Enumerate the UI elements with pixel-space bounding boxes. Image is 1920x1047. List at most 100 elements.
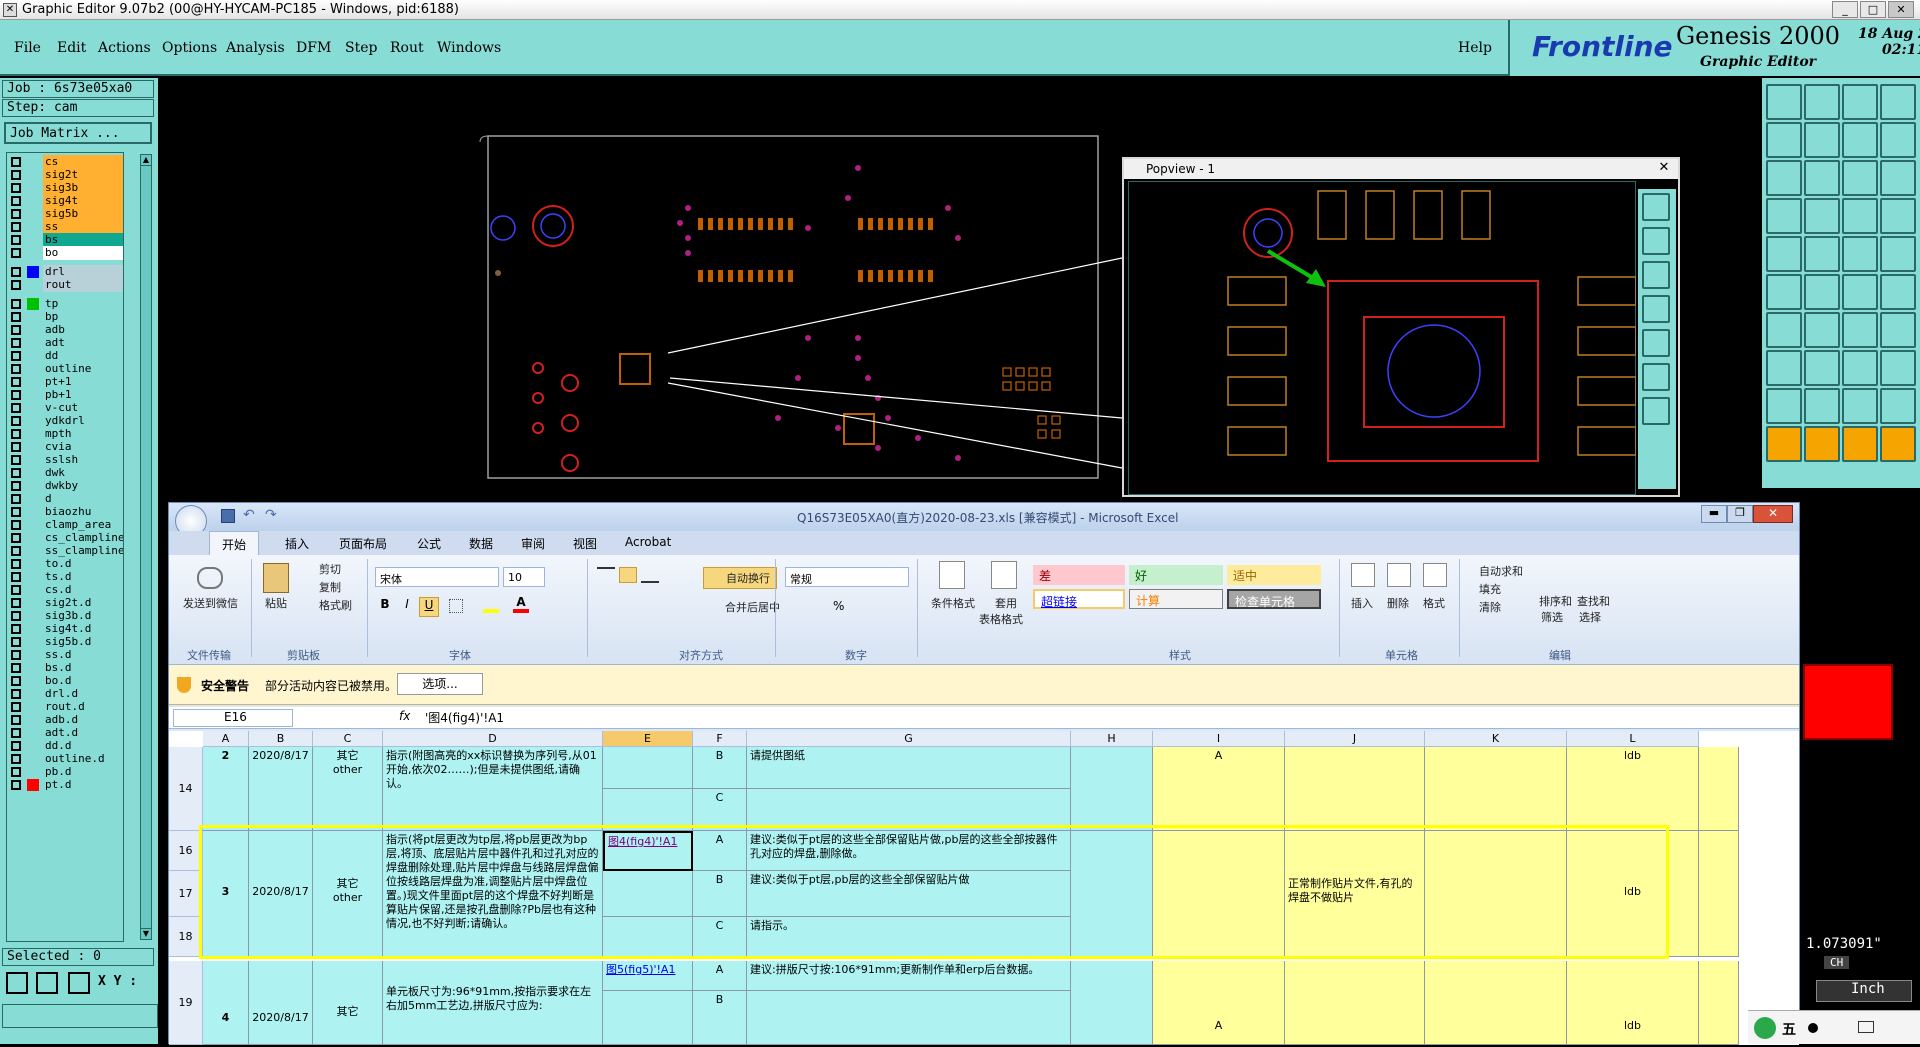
menu-rout[interactable]: Rout [390, 40, 424, 56]
layer-checkbox[interactable] [11, 170, 21, 180]
layer-name[interactable]: bo.d [43, 674, 123, 688]
percent-button[interactable]: % [833, 599, 844, 613]
style-hyperlink[interactable]: 超链接 [1033, 589, 1125, 609]
layer-row[interactable]: sig5b.d [9, 635, 123, 649]
layer-row[interactable]: tp [9, 297, 123, 311]
poly-icon[interactable] [1804, 388, 1840, 424]
wrap-text-button[interactable]: 自动换行 [703, 567, 777, 589]
layer-checkbox[interactable] [11, 520, 21, 530]
fill-color-icon[interactable] [483, 599, 499, 613]
table-cell[interactable]: A [1153, 747, 1285, 831]
row-header[interactable]: 16 [169, 831, 203, 871]
popview-close-button[interactable]: ✕ [1654, 160, 1674, 178]
layer-checkbox[interactable] [11, 209, 21, 219]
layer-row[interactable]: dwkby [9, 479, 123, 493]
row-header[interactable]: 19 [169, 961, 203, 1045]
layer-row[interactable]: sig2t.d [9, 596, 123, 610]
net-icon[interactable] [1880, 198, 1916, 234]
cut-button[interactable]: 剪切 [319, 561, 341, 577]
cond-format-icon[interactable] [939, 561, 965, 589]
layer-checkbox[interactable] [11, 468, 21, 478]
close-button[interactable]: ✕ [1888, 1, 1914, 18]
fx-icon[interactable]: fx [399, 709, 410, 723]
table-cell[interactable]: 其它 [313, 961, 383, 1045]
popview-center-icon[interactable] [1642, 363, 1670, 391]
font-size-select[interactable]: 10 [503, 567, 545, 587]
delete-cells-icon[interactable] [1387, 563, 1411, 587]
layer-row[interactable]: outline.d [9, 752, 123, 766]
menu-help[interactable]: Help [1458, 40, 1492, 56]
column-header[interactable]: A [203, 731, 249, 747]
layer-row[interactable]: bs [9, 233, 123, 247]
security-options-button[interactable]: 选项... [397, 673, 483, 695]
layer-checkbox[interactable] [11, 183, 21, 193]
italic-button[interactable]: I [397, 597, 417, 617]
align-bottom-icon[interactable] [641, 567, 659, 583]
layer-name[interactable]: sslsh [43, 453, 123, 467]
column-header[interactable]: B [249, 731, 313, 747]
layer-row[interactable]: pb.d [9, 765, 123, 779]
layer-name[interactable]: dwkby [43, 479, 123, 493]
align-top-icon[interactable] [597, 567, 615, 583]
delete-icon[interactable] [1804, 350, 1840, 386]
table-cell[interactable]: 指示(附图高亮的xx标识替换为序列号,从01开始,依次02……);但是未提供图纸… [383, 747, 603, 831]
layer-row[interactable]: bo.d [9, 674, 123, 688]
sort-filter-button-1[interactable]: 排序和 [1539, 593, 1572, 609]
table-cell[interactable] [1425, 961, 1567, 1045]
table-cell[interactable] [1071, 961, 1153, 1045]
layer-name[interactable]: tp [43, 297, 123, 311]
slot-icon[interactable] [1880, 388, 1916, 424]
layer-checkbox[interactable] [11, 455, 21, 465]
clear-button[interactable]: 清除 [1479, 599, 1501, 615]
table-cell[interactable]: 2020/8/17 [249, 747, 313, 831]
excel-minimize-button[interactable]: ▬ [1701, 505, 1727, 523]
line-icon[interactable] [1766, 312, 1802, 348]
layer-checkbox[interactable] [11, 676, 21, 686]
popview-zoom-out-icon[interactable] [1642, 227, 1670, 255]
measure-tool-icon[interactable] [36, 972, 58, 994]
layer-name[interactable]: dwk [43, 466, 123, 480]
ime-punct-icon[interactable] [1808, 1023, 1818, 1033]
autosum-button[interactable]: 自动求和 [1479, 563, 1523, 579]
layer-checkbox[interactable] [11, 222, 21, 232]
measure-icon[interactable] [1766, 198, 1802, 234]
popview-zoom-in-icon[interactable] [1642, 193, 1670, 221]
layer-name[interactable]: to.d [43, 557, 123, 571]
table-cell[interactable] [747, 991, 1071, 1045]
zoom-out-icon[interactable] [1804, 122, 1840, 158]
format-cells-icon[interactable] [1423, 563, 1447, 587]
layer-row[interactable]: biaozhu [9, 505, 123, 519]
format-painter-button[interactable]: 格式刷 [319, 597, 352, 613]
layer-name[interactable]: outline.d [43, 752, 123, 766]
layer-name[interactable]: bs.d [43, 661, 123, 675]
copy-icon[interactable] [1880, 274, 1916, 310]
table-cell[interactable] [1285, 961, 1425, 1045]
layer-row[interactable]: sig5b [9, 207, 123, 221]
sort-filter-button-2[interactable]: 筛选 [1541, 609, 1563, 625]
excel-close-button[interactable]: ✕ [1753, 505, 1793, 523]
pointer3-icon[interactable] [1842, 426, 1878, 462]
triangle-icon[interactable] [1766, 388, 1802, 424]
layer-checkbox[interactable] [11, 494, 21, 504]
layer-name[interactable]: drl.d [43, 687, 123, 701]
align-middle-icon[interactable] [619, 567, 637, 583]
layer-name[interactable]: sig5b.d [43, 635, 123, 649]
table-cell[interactable] [603, 991, 693, 1045]
redraw-icon[interactable] [1880, 122, 1916, 158]
delete-cells-button[interactable]: 删除 [1387, 595, 1409, 611]
insert-cells-icon[interactable] [1351, 563, 1375, 587]
layer-checkbox[interactable] [11, 559, 21, 569]
move-icon[interactable] [1842, 274, 1878, 310]
menu-step[interactable]: Step [345, 40, 377, 56]
column-header[interactable]: H [1071, 731, 1153, 747]
layer-name[interactable]: adt [43, 336, 123, 350]
format-cells-button[interactable]: 格式 [1423, 595, 1445, 611]
tab-formulas[interactable]: 公式 [417, 535, 441, 552]
layer-checkbox[interactable] [11, 585, 21, 595]
layer-name[interactable]: cs.d [43, 583, 123, 597]
table-cell[interactable] [1699, 747, 1739, 831]
find-select-button-2[interactable]: 选择 [1579, 609, 1601, 625]
layer-checkbox[interactable] [11, 546, 21, 556]
layer-name[interactable]: pt.d [43, 778, 123, 792]
layer-row[interactable]: pt.d [9, 778, 123, 792]
